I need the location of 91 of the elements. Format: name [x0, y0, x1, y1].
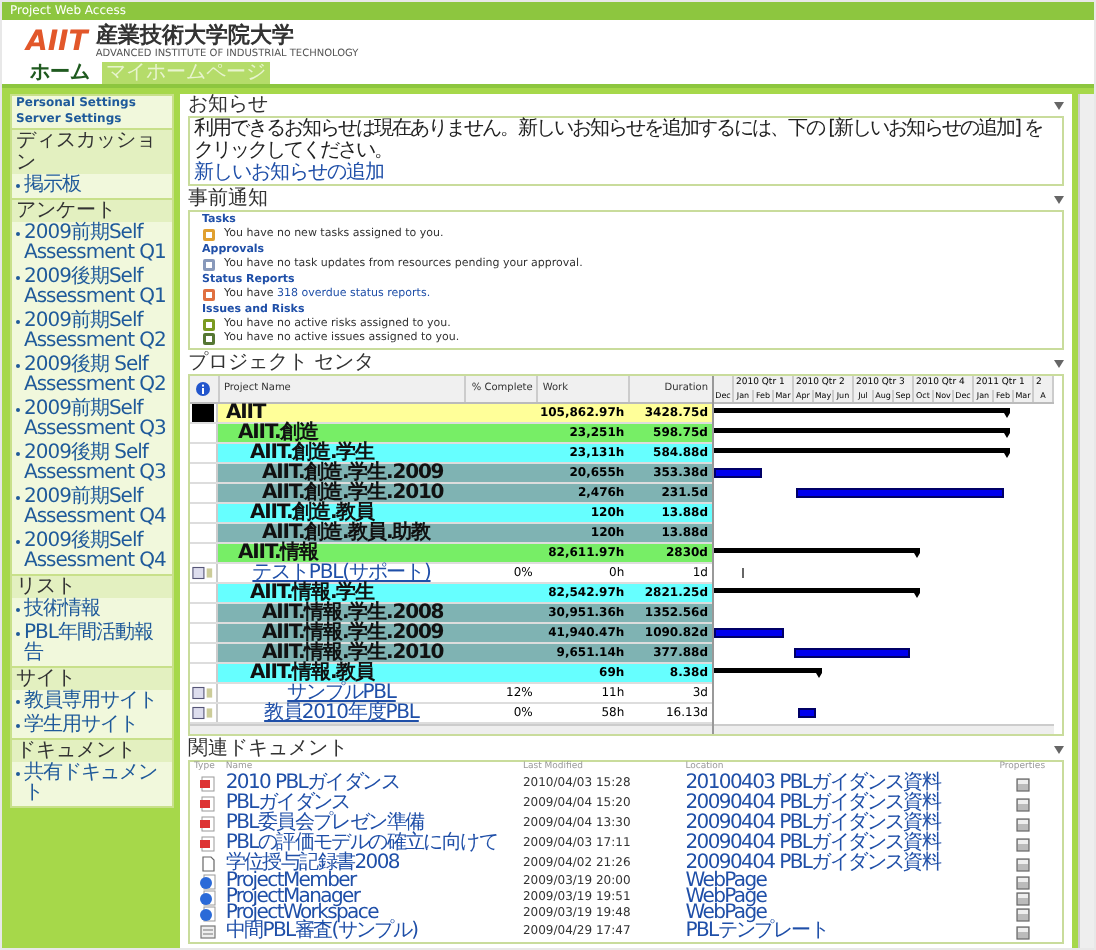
section-title: お知らせ [188, 94, 268, 116]
announcement-text: 利用できるお知らせは現在ありません。新しいお知らせを追加するには、下の [新しいお知らせの追加] をクリックしてください。 [194, 118, 1045, 162]
sidebar-item[interactable]: 学生用サイト [24, 716, 138, 736]
task-bar [714, 468, 762, 478]
sidebar-item[interactable]: 2009前期Self Assessment Q3 [24, 400, 168, 440]
location-link[interactable]: PBLテンプレート [685, 922, 983, 942]
properties-icon[interactable] [1015, 925, 1030, 939]
project-name[interactable]: AIIT.情報.学生.2009 [261, 624, 444, 642]
report-icon [202, 288, 216, 302]
project-name[interactable]: AIIT.創造.教員 [249, 504, 375, 522]
document-link[interactable]: 2010 PBLガイダンス [225, 774, 523, 794]
sidebar-item[interactable]: 2009前期Self Assessment Q4 [24, 488, 168, 528]
task-icon [202, 228, 216, 242]
sidebar-item[interactable]: 2009後期Self Assessment Q1 [24, 268, 168, 308]
project-name[interactable]: AIIT.情報.学生.2010 [261, 644, 444, 662]
add-announcement-link[interactable]: 新しいお知らせの追加 [194, 162, 1058, 184]
document-link[interactable]: PBLの評価モデルの確立に向けて [225, 834, 523, 854]
document-link[interactable]: ProjectManager [225, 888, 523, 908]
project-name[interactable]: AIIT.創造.学生.2010 [261, 484, 444, 502]
location-link[interactable]: WebPage [685, 888, 983, 908]
project-name[interactable]: テストPBL(サポート) [252, 564, 431, 582]
task-bar [714, 628, 784, 638]
project-name[interactable]: サンプルPBL [287, 684, 396, 702]
document-link[interactable]: PBLガイダンス [225, 794, 523, 814]
document-link[interactable]: 中間PBL審査(サンプル) [225, 922, 523, 942]
project-name[interactable]: AIIT.創造 [237, 424, 319, 442]
approval-icon [202, 258, 216, 272]
project-name[interactable]: AIIT.創造.学生 [249, 444, 375, 462]
template-icon [199, 924, 216, 940]
project-name[interactable]: AIIT [226, 404, 266, 422]
summary-bar [714, 668, 822, 678]
sidebar-item[interactable]: 2009前期Self Assessment Q2 [24, 312, 168, 352]
task-bar [794, 648, 910, 658]
location-link[interactable]: 20100403 PBLガイダンス資料 [685, 774, 983, 794]
risk-icon [202, 318, 216, 332]
horizontal-scrollbar[interactable] [190, 724, 712, 734]
properties-icon[interactable] [1015, 891, 1030, 905]
sidebar-item[interactable]: PBL年間活動報告 [24, 624, 168, 664]
location-link[interactable]: 20090404 PBLガイダンス資料 [685, 794, 983, 814]
sidebar-item[interactable]: 技術情報 [24, 600, 100, 620]
task-bar [798, 708, 816, 718]
gantt-scrollbar[interactable] [714, 724, 1054, 734]
sidebar-item[interactable]: 2009後期 Self Assessment Q3 [24, 444, 168, 484]
sidebar-heading: リスト [12, 574, 172, 598]
section-title: プロジェクト センタ [188, 352, 375, 374]
milestone-mark [742, 568, 744, 578]
project-name[interactable]: 教員2010年度PBL [264, 704, 419, 722]
properties-icon[interactable] [1015, 797, 1030, 811]
properties-icon[interactable] [1015, 777, 1030, 791]
info-icon [196, 382, 211, 396]
collapse-icon[interactable] [1054, 359, 1064, 367]
document-link[interactable]: ProjectMember [225, 872, 523, 892]
section-title: 関連ドキュメント [188, 738, 348, 760]
project-name[interactable]: AIIT.情報 [237, 544, 319, 562]
sidebar-heading: アンケート [12, 198, 172, 222]
task-indicator-icon [192, 706, 214, 720]
sidebar-item[interactable]: 掲示板 [24, 176, 81, 196]
properties-icon[interactable] [1015, 907, 1030, 921]
project-name[interactable]: AIIT.創造.学生.2009 [261, 464, 444, 482]
collapse-icon[interactable] [1054, 195, 1064, 203]
sidebar-item[interactable]: 2009後期Self Assessment Q4 [24, 532, 168, 572]
task-indicator-icon [192, 566, 214, 580]
sidebar-heading: ディスカッション [12, 128, 172, 174]
sidebar-heading: ドキュメント [12, 738, 172, 762]
location-link[interactable]: WebPage [685, 872, 983, 892]
section-title: 事前通知 [188, 188, 268, 210]
sidebar-heading: サイト [12, 666, 172, 690]
task-indicator-icon [192, 686, 214, 700]
logo-name: 産業技術大学院大学 [95, 23, 296, 47]
sidebar-item[interactable]: 教員専用サイト [24, 692, 157, 712]
project-name[interactable]: AIIT.情報.学生.2008 [261, 604, 444, 622]
properties-icon[interactable] [1015, 875, 1030, 889]
document-icon [199, 856, 216, 872]
properties-icon[interactable] [1015, 817, 1030, 831]
location-link[interactable]: 20090404 PBLガイダンス資料 [685, 834, 983, 854]
properties-icon[interactable] [1015, 857, 1030, 871]
collapse-icon[interactable] [1054, 101, 1064, 109]
vertical-scrollbar[interactable] [1078, 94, 1094, 948]
document-link[interactable]: PBL委員会プレゼン準備 [225, 814, 523, 834]
document-link[interactable]: 学位授与記録書2008 [225, 854, 523, 874]
nav-tab[interactable]: ホーム [26, 62, 94, 84]
project-name[interactable]: AIIT.情報.学生 [249, 584, 375, 602]
project-name[interactable]: AIIT.創造.教員.助教 [261, 524, 431, 542]
logo-mark: AIIT [26, 27, 88, 55]
location-link[interactable]: 20090404 PBLガイダンス資料 [685, 814, 983, 834]
sidebar-item[interactable]: 共有ドキュメント [24, 764, 168, 804]
project-name[interactable]: AIIT.情報.教員 [249, 664, 375, 682]
properties-icon[interactable] [1015, 837, 1030, 851]
collapse-icon[interactable] [1054, 745, 1064, 753]
sidebar-item[interactable]: 2009前期Self Assessment Q1 [24, 224, 168, 264]
sidebar-item[interactable]: 2009後期 Self Assessment Q2 [24, 356, 168, 396]
